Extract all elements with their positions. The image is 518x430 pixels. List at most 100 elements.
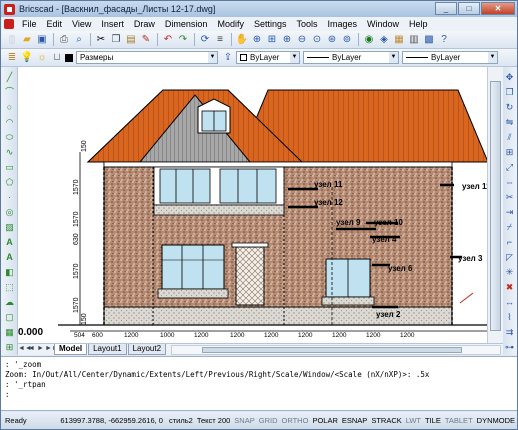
layers-icon[interactable]: ≡ bbox=[213, 33, 227, 47]
menu-window[interactable]: Window bbox=[362, 17, 404, 31]
menu-settings[interactable]: Settings bbox=[249, 17, 292, 31]
redo-icon[interactable]: ↷ bbox=[176, 33, 190, 47]
toggle-esnap[interactable]: ESNAP bbox=[340, 416, 369, 425]
menu-view[interactable]: View bbox=[67, 17, 96, 31]
stretch-icon[interactable]: ⇔ bbox=[503, 176, 516, 189]
menu-edit[interactable]: Edit bbox=[42, 17, 68, 31]
toggle-lwt[interactable]: LWT bbox=[404, 416, 423, 425]
point-icon[interactable]: · bbox=[3, 191, 16, 204]
match-properties-icon[interactable]: ✎ bbox=[139, 33, 153, 47]
revision-cloud-icon[interactable]: ☁ bbox=[3, 296, 16, 309]
explode-icon[interactable]: ✳ bbox=[503, 266, 516, 279]
menu-insert[interactable]: Insert bbox=[96, 17, 129, 31]
ellipse-icon[interactable]: ⬭ bbox=[3, 131, 16, 144]
polygon-icon[interactable]: ⬠ bbox=[3, 176, 16, 189]
explorer-icon[interactable]: ▦ bbox=[392, 33, 406, 47]
erase-icon[interactable]: ✖ bbox=[503, 281, 516, 294]
menu-modify[interactable]: Modify bbox=[212, 17, 249, 31]
copy-entity-icon[interactable]: ❐ bbox=[503, 86, 516, 99]
zoom-extents-icon[interactable]: ⊛ bbox=[325, 33, 339, 47]
document-icon[interactable] bbox=[4, 19, 14, 29]
rotate-icon[interactable]: ↻ bbox=[503, 101, 516, 114]
edit-polyline-icon[interactable]: ⌇ bbox=[503, 311, 516, 324]
region-icon[interactable]: ◧ bbox=[3, 266, 16, 279]
extend-icon[interactable]: ⇥ bbox=[503, 206, 516, 219]
text-height[interactable]: Текст 200 bbox=[195, 416, 232, 425]
pan-icon[interactable]: ✋ bbox=[235, 33, 249, 47]
copy-icon[interactable]: ❐ bbox=[109, 33, 123, 47]
layer-thaw-icon[interactable]: ☼ bbox=[35, 51, 49, 65]
toggle-tablet[interactable]: TABLET bbox=[443, 416, 475, 425]
render-icon[interactable]: ◈ bbox=[377, 33, 391, 47]
text-style[interactable]: стиль2 bbox=[167, 416, 195, 425]
boundary-icon[interactable]: ⬚ bbox=[3, 281, 16, 294]
tab-model[interactable]: Model bbox=[54, 344, 88, 355]
layer-manager-icon[interactable]: ≣ bbox=[5, 51, 19, 65]
vertical-scroll-thumb[interactable] bbox=[490, 81, 501, 331]
open-folder-icon[interactable]: ▰ bbox=[20, 33, 34, 47]
title-bar[interactable]: Bricscad - [Васкнил_фасады_Листы 12-17.d… bbox=[1, 1, 517, 17]
redraw-icon[interactable]: ⟳ bbox=[198, 33, 212, 47]
trim-icon[interactable]: ✂ bbox=[503, 191, 516, 204]
chamfer-icon[interactable]: ◸ bbox=[503, 251, 516, 264]
minimize-button[interactable]: _ bbox=[435, 2, 457, 15]
paste-icon[interactable]: ▤ bbox=[124, 33, 138, 47]
print-preview-icon[interactable]: ⌕ bbox=[72, 33, 86, 47]
layer-dropdown[interactable]: Размеры ▼ bbox=[76, 51, 218, 64]
donut-icon[interactable]: ◎ bbox=[3, 206, 16, 219]
horizontal-scroll-thumb[interactable] bbox=[202, 347, 463, 353]
zoom-all-icon[interactable]: ⊚ bbox=[340, 33, 354, 47]
undo-icon[interactable]: ↶ bbox=[161, 33, 175, 47]
make-current-icon[interactable]: ⇪ bbox=[221, 51, 235, 65]
first-tab-icon[interactable]: ◄◄ bbox=[18, 344, 32, 354]
toggle-polar[interactable]: POLAR bbox=[310, 416, 339, 425]
menu-help[interactable]: Help bbox=[404, 17, 433, 31]
join-icon[interactable]: ⊶ bbox=[503, 341, 516, 354]
menu-images[interactable]: Images bbox=[323, 17, 363, 31]
zoom-in-icon[interactable]: ⊕ bbox=[280, 33, 294, 47]
toggle-strack[interactable]: STRACK bbox=[369, 416, 403, 425]
menu-draw[interactable]: Draw bbox=[129, 17, 160, 31]
toggle-grid[interactable]: GRID bbox=[257, 416, 280, 425]
rectangle-icon[interactable]: ▭ bbox=[3, 161, 16, 174]
tab-layout2[interactable]: Layout2 bbox=[127, 344, 167, 355]
command-line[interactable]: : '_zoom Zoom: In/Out/All/Center/Dynamic… bbox=[1, 356, 517, 411]
zoom-out-icon[interactable]: ⊖ bbox=[295, 33, 309, 47]
tab-layout1[interactable]: Layout1 bbox=[88, 344, 127, 355]
toggle-snap[interactable]: SNAP bbox=[232, 416, 256, 425]
menu-file[interactable]: File bbox=[17, 17, 42, 31]
color-dropdown[interactable]: ByLayer ▼ bbox=[236, 51, 300, 64]
text-icon[interactable]: A bbox=[3, 236, 16, 249]
polyline-icon[interactable]: ⌒ bbox=[3, 86, 16, 99]
scale-icon[interactable]: ⤢ bbox=[503, 161, 516, 174]
close-button[interactable]: ✕ bbox=[481, 2, 515, 15]
menu-tools[interactable]: Tools bbox=[292, 17, 323, 31]
vertical-scrollbar[interactable] bbox=[487, 67, 503, 343]
properties-icon[interactable]: ▥ bbox=[407, 33, 421, 47]
view-icon[interactable]: ◉ bbox=[362, 33, 376, 47]
horizontal-scrollbar[interactable] bbox=[171, 345, 501, 355]
help-icon[interactable]: ? bbox=[437, 33, 451, 47]
toggle-dynmode[interactable]: DYNMODE bbox=[475, 416, 517, 425]
zoom-window-icon[interactable]: ⊞ bbox=[265, 33, 279, 47]
align-icon[interactable]: ⇉ bbox=[503, 326, 516, 339]
lineweight-dropdown[interactable]: ByLayer ▼ bbox=[402, 51, 498, 64]
menu-dimension[interactable]: Dimension bbox=[160, 17, 213, 31]
save-icon[interactable]: ▣ bbox=[35, 33, 49, 47]
layer-unlock-icon[interactable]: ⊔ bbox=[50, 51, 64, 65]
toggle-tile[interactable]: TILE bbox=[423, 416, 443, 425]
mirror-icon[interactable]: ⇋ bbox=[503, 116, 516, 129]
circle-icon[interactable]: ○ bbox=[3, 101, 16, 114]
zoom-realtime-icon[interactable]: ⊕ bbox=[250, 33, 264, 47]
new-file-icon[interactable]: ▯ bbox=[5, 33, 19, 47]
next-tab-icon[interactable]: ► bbox=[36, 344, 45, 354]
command-prompt[interactable]: : bbox=[5, 390, 513, 400]
prev-tab-icon[interactable]: ◄ bbox=[27, 344, 36, 354]
layer-on-icon[interactable]: 💡 bbox=[20, 51, 34, 65]
multiline-text-icon[interactable]: A bbox=[3, 251, 16, 264]
hatch-icon[interactable]: ▨ bbox=[3, 221, 16, 234]
arc-icon[interactable]: ◠ bbox=[3, 116, 16, 129]
last-tab-icon[interactable]: ►► bbox=[45, 344, 59, 354]
design-center-icon[interactable]: ▩ bbox=[422, 33, 436, 47]
linetype-dropdown[interactable]: ByLayer ▼ bbox=[303, 51, 399, 64]
